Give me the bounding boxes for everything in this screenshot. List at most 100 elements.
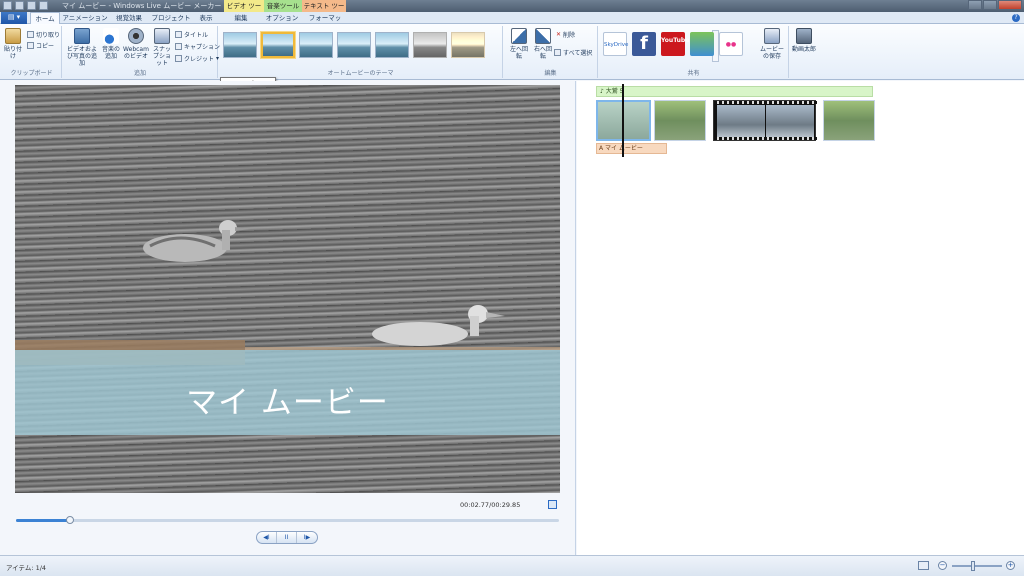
messenger-people-icon[interactable] (690, 32, 714, 56)
seek-bar[interactable] (16, 516, 559, 524)
cut-button[interactable]: 切り取り (27, 30, 60, 39)
timecode: 00:02.77/00:29.85 (460, 501, 521, 509)
playhead[interactable] (622, 84, 624, 157)
user-icon (796, 28, 812, 44)
flickr-button[interactable]: ●● (719, 32, 743, 56)
video-preview[interactable]: マイ ムービー (15, 85, 560, 493)
theme-thumbnail[interactable] (451, 32, 485, 58)
copy-button[interactable]: コピー (27, 41, 54, 50)
film-perforation (714, 101, 817, 104)
tab-project[interactable]: プロジェクト (150, 12, 192, 24)
next-frame-button[interactable]: I▶ (297, 532, 317, 543)
paste-label: 貼り付け (4, 46, 23, 60)
group-add: ビデオおよび写真の追加 音楽の追加 Webcam のビデオ スナップショット タ… (63, 26, 220, 78)
caption-label: キャプション (184, 44, 221, 51)
rotate-left-label: 左へ回転 (509, 46, 528, 60)
quick-access-toolbar (3, 1, 48, 10)
credit-label: クレジット (184, 56, 215, 63)
youtube-label: YouTube (661, 37, 690, 44)
add-music-button[interactable]: 音楽の追加 (101, 28, 121, 60)
context-tab-text-tools: テキスト ツール (302, 0, 346, 22)
signin-button[interactable]: 動画太郎 (792, 28, 816, 53)
title-clip[interactable]: A マイ ムービー (596, 143, 667, 154)
tab-options[interactable]: オプション (264, 12, 300, 24)
rotate-left-button[interactable]: 左へ回転 (508, 28, 530, 60)
tab-visual-effects[interactable]: 視覚効果 (110, 12, 148, 24)
status-bar: アイテム: 1/4 − + (0, 555, 1024, 576)
tab-edit[interactable]: 編集 (226, 12, 256, 24)
close-button[interactable] (998, 0, 1022, 10)
theme-thumbnail[interactable] (337, 32, 371, 58)
group-label-add: 追加 (133, 70, 146, 77)
maximize-button[interactable] (983, 0, 997, 10)
caption-button[interactable]: キャプション (175, 42, 220, 51)
select-all-icon (554, 49, 561, 56)
rotate-right-icon (535, 28, 551, 44)
save-movie-button[interactable]: ムービーの保存 (759, 28, 785, 60)
tab-animation[interactable]: アニメーション (62, 12, 108, 24)
tab-home[interactable]: ホーム (30, 12, 60, 24)
video-clip[interactable] (823, 100, 875, 141)
context-tab-video-tools: ビデオ ツール (224, 0, 264, 22)
file-menu-button[interactable]: ▤ ▾ (1, 12, 27, 24)
theme-thumbnail[interactable] (261, 32, 295, 58)
credit-button[interactable]: クレジット ▾ (175, 54, 219, 63)
film-perforation (714, 137, 817, 140)
theme-thumbnail[interactable] (223, 32, 257, 58)
save-movie-icon (764, 28, 780, 44)
group-share: SkyDrive f YouTube ●● ムービーの保存 共有 (599, 26, 789, 78)
save-icon[interactable] (3, 1, 12, 10)
customize-icon[interactable] (39, 1, 48, 10)
redo-icon[interactable] (27, 1, 36, 10)
video-clip[interactable] (654, 100, 706, 141)
theme-thumbnail[interactable] (299, 32, 333, 58)
delete-label: 削除 (563, 32, 576, 39)
snapshot-button[interactable]: スナップショット (151, 28, 173, 67)
zoom-slider[interactable] (952, 561, 1002, 571)
zoom-in-icon[interactable]: + (1006, 561, 1015, 570)
facebook-button[interactable]: f (632, 32, 656, 56)
undo-icon[interactable] (15, 1, 24, 10)
add-video-button[interactable]: ビデオおよび写真の追加 (65, 28, 99, 67)
rotate-right-label: 右へ回転 (533, 46, 552, 60)
paste-icon (5, 28, 21, 44)
cut-label: 切り取り (36, 32, 61, 39)
group-automovie-themes: オートムービーのテーマ (219, 26, 719, 78)
item-count: アイテム: 1/4 (6, 564, 47, 572)
thumbnail-size-icon[interactable] (918, 561, 929, 570)
copy-icon (27, 42, 34, 49)
title-button[interactable]: タイトル (175, 30, 208, 39)
scissors-icon (27, 31, 34, 38)
credit-icon (175, 55, 182, 62)
clip-frame (717, 105, 765, 138)
previous-frame-button[interactable]: ◀I (257, 532, 277, 543)
caption-icon (175, 43, 182, 50)
rotate-right-button[interactable]: 右へ回転 (532, 28, 554, 60)
seek-thumb[interactable] (66, 516, 75, 524)
storyboard-pane: ♪ 大鷲 5 A マイ ムービー (577, 81, 1024, 555)
zoom-out-icon[interactable]: − (938, 561, 947, 570)
webcam-button[interactable]: Webcam のビデオ (123, 28, 149, 60)
help-icon[interactable]: ? (1012, 14, 1020, 22)
paste-button[interactable]: 貼り付け (4, 28, 22, 60)
music-track[interactable]: ♪ 大鷲 5 (596, 86, 873, 97)
youtube-button[interactable]: YouTube (661, 32, 689, 56)
pause-button[interactable]: II (277, 532, 297, 543)
window-title: マイ ムービー - Windows Live ムービー メーカー (62, 2, 222, 10)
select-all-button[interactable]: すべて選択 (554, 48, 592, 57)
zoom-thumb[interactable] (971, 561, 975, 571)
group-label-share: 共有 (687, 70, 700, 77)
theme-thumbnail[interactable] (375, 32, 409, 58)
skydrive-button[interactable]: SkyDrive (603, 32, 628, 56)
delete-button[interactable]: ✕ 削除 (556, 30, 575, 39)
duck-image (372, 305, 505, 346)
fullscreen-icon[interactable] (548, 500, 557, 509)
duck-image (143, 220, 250, 262)
minimize-button[interactable] (968, 0, 982, 10)
snapshot-label: スナップショット (152, 46, 171, 67)
video-clip[interactable] (713, 100, 817, 141)
tab-view[interactable]: 表示 (194, 12, 218, 24)
tab-format[interactable]: フォーマット (306, 12, 344, 34)
ribbon-tabs: ▤ ▾ ホーム アニメーション 視覚効果 プロジェクト 表示 編集 オプション … (0, 12, 1024, 34)
theme-thumbnail[interactable] (413, 32, 447, 58)
